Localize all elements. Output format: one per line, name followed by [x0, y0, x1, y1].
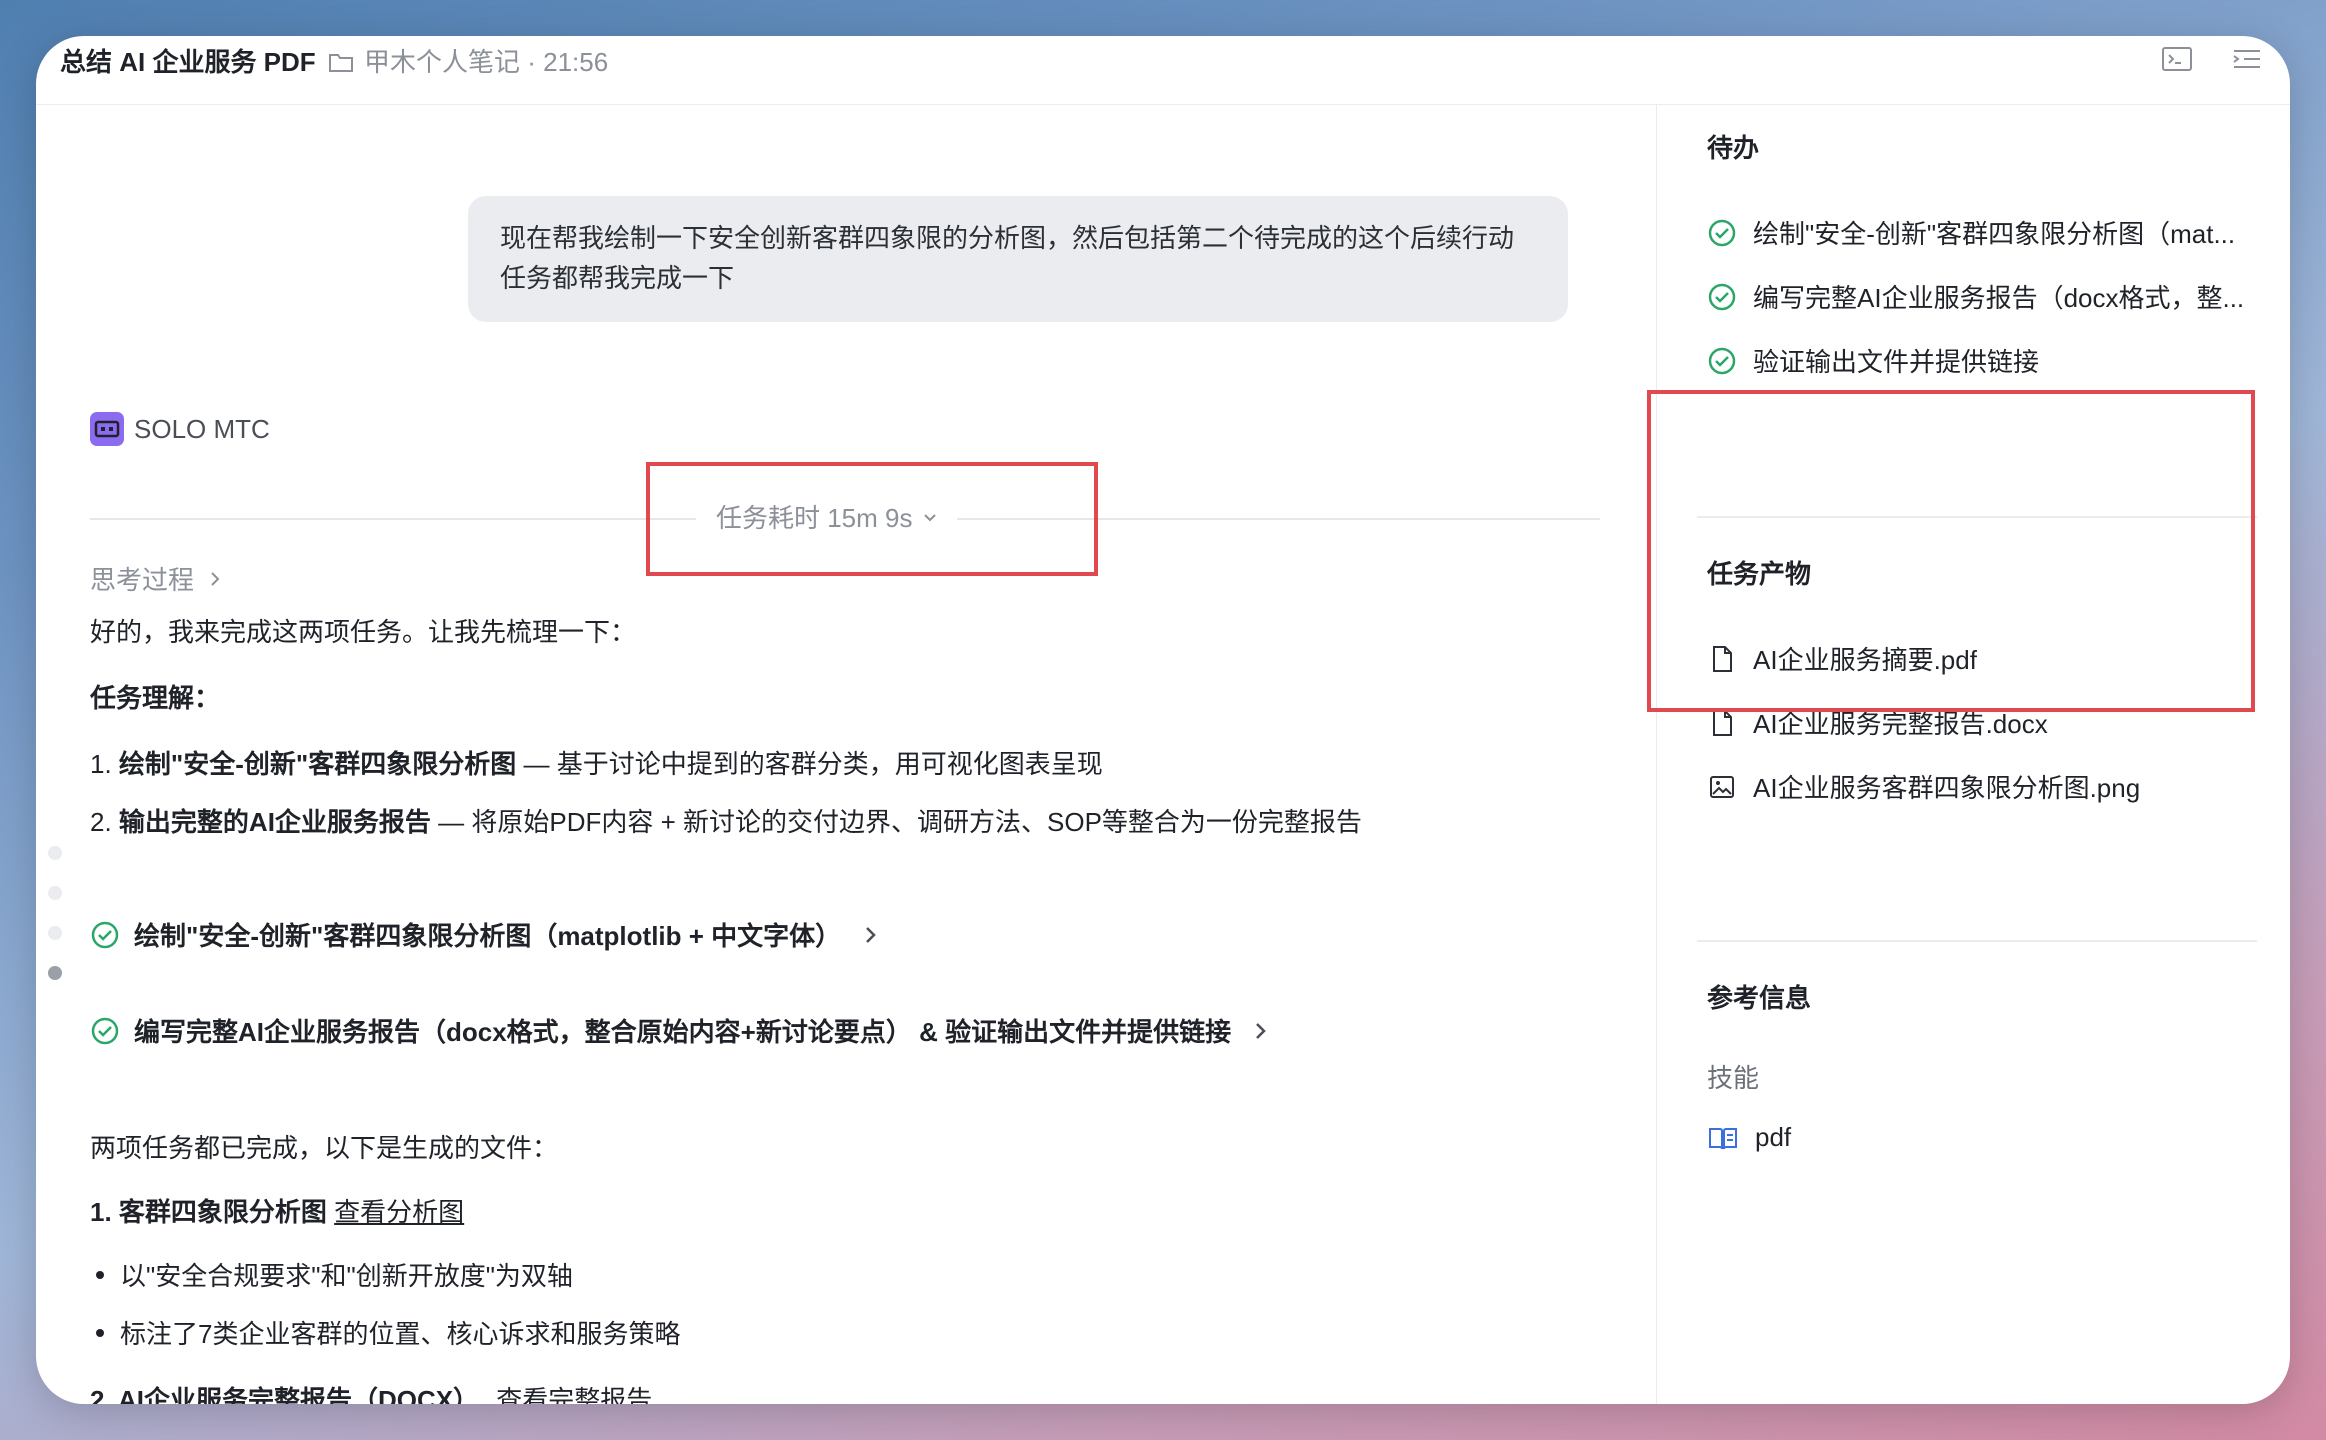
reference-title: 参考信息	[1707, 983, 1812, 1013]
check-circle-icon	[1708, 347, 1736, 374]
chevron-right-icon	[1256, 1022, 1266, 1039]
skill-item-pdf[interactable]: pdf	[1707, 1122, 1791, 1153]
intro-text: 好的，我来完成这两项任务。让我先梳理一下：	[90, 617, 637, 647]
right-sidebar: 待办 绘制"安全-创新"客群四象限分析图（mat... 编写完整AI企业服务报告…	[1647, 104, 2290, 1404]
thinking-label: 思考过程	[90, 565, 195, 595]
todo-item[interactable]: 绘制"安全-创新"客群四象限分析图（mat...	[1707, 214, 2235, 251]
check-circle-icon	[91, 1017, 119, 1044]
check-circle-icon	[91, 921, 119, 948]
scroll-indicator-dot[interactable]	[48, 886, 62, 900]
file2-heading: 2. AI企业服务完整报告（DOCX）	[90, 1385, 480, 1404]
view-report-link[interactable]: 查看完整报告	[496, 1385, 652, 1404]
page-title: 总结 AI 企业服务 PDF	[60, 47, 316, 77]
file2-heading-row: 2. AI企业服务完整报告（DOCX） 查看完整报告	[90, 1380, 652, 1404]
done-text: 两项任务都已完成，以下是生成的文件：	[90, 1133, 559, 1163]
skills-label: 技能	[1707, 1063, 1760, 1093]
understanding-heading: 任务理解：	[90, 683, 221, 713]
sidebar-divider	[1697, 940, 2257, 942]
task-item-chart[interactable]: 绘制"安全-创新"客群四象限分析图（matplotlib + 中文字体）	[90, 916, 877, 953]
app-window: 总结 AI 企业服务 PDF 甲木个人笔记 · 21:56 现在帮我绘制一下安全…	[36, 36, 2290, 1404]
task-label: 绘制"安全-创新"客群四象限分析图（matplotlib + 中文字体）	[134, 921, 842, 951]
view-chart-link[interactable]: 查看分析图	[334, 1197, 464, 1227]
file1-heading: 1. 客群四象限分析图	[90, 1197, 327, 1227]
check-circle-icon	[1708, 219, 1736, 246]
artifact-item-png[interactable]: AI企业服务客群四象限分析图.png	[1707, 768, 2140, 805]
title-subtitle: 甲木个人笔记 · 21:56	[364, 47, 609, 77]
todo-item[interactable]: 验证输出文件并提供链接	[1707, 342, 2039, 379]
agent-avatar-icon	[90, 412, 124, 446]
scroll-indicator-dot-active[interactable]	[48, 966, 62, 980]
scroll-indicator-dot[interactable]	[48, 926, 62, 940]
task-item-report[interactable]: 编写完整AI企业服务报告（docx格式，整合原始内容+新讨论要点） & 验证输出…	[90, 1012, 1267, 1049]
task-label: 编写完整AI企业服务报告（docx格式，整合原始内容+新讨论要点） & 验证输出…	[134, 1017, 1232, 1047]
list-item: 1. 绘制"安全-创新"客群四象限分析图 — 基于讨论中提到的客群分类，用可视化…	[90, 749, 1103, 779]
terminal-icon[interactable]	[2160, 44, 2194, 74]
highlight-box-artifacts	[1647, 390, 2255, 712]
chevron-right-icon	[211, 571, 220, 586]
chevron-right-icon	[866, 926, 876, 943]
check-circle-icon	[1708, 283, 1736, 310]
bullet-item: 以"安全合规要求"和"创新开放度"为双轴	[96, 1256, 573, 1293]
scroll-indicator-dot[interactable]	[48, 846, 62, 860]
list-item: 2. 输出完整的AI企业服务报告 — 将原始PDF内容 + 新讨论的交付边界、调…	[90, 807, 1362, 837]
title-location[interactable]: 甲木个人笔记 · 21:56	[328, 40, 608, 84]
agent-name: SOLO MTC	[134, 413, 270, 444]
titlebar: 总结 AI 企业服务 PDF 甲木个人笔记 · 21:56	[36, 36, 2290, 105]
book-icon	[1709, 1127, 1737, 1149]
chat-panel: 现在帮我绘制一下安全创新客群四象限的分析图，然后包括第二个待完成的这个后续行动任…	[36, 104, 1656, 1404]
bullet-item: 标注了7类企业客群的位置、核心诉求和服务策略	[96, 1314, 680, 1351]
agent-header: SOLO MTC	[90, 412, 270, 446]
todo-title: 待办	[1707, 133, 1760, 163]
todo-item[interactable]: 编写完整AI企业服务报告（docx格式，整...	[1707, 278, 2244, 315]
highlight-box-duration	[646, 462, 1098, 576]
user-message: 现在帮我绘制一下安全创新客群四象限的分析图，然后包括第二个待完成的这个后续行动任…	[468, 196, 1568, 322]
file1-heading-row: 1. 客群四象限分析图 查看分析图	[90, 1192, 464, 1232]
panel-toggle-icon[interactable]	[2230, 44, 2264, 74]
file-icon	[1713, 709, 1732, 736]
image-icon	[1710, 775, 1734, 798]
thinking-toggle[interactable]: 思考过程	[90, 560, 220, 597]
folder-icon	[329, 54, 353, 72]
